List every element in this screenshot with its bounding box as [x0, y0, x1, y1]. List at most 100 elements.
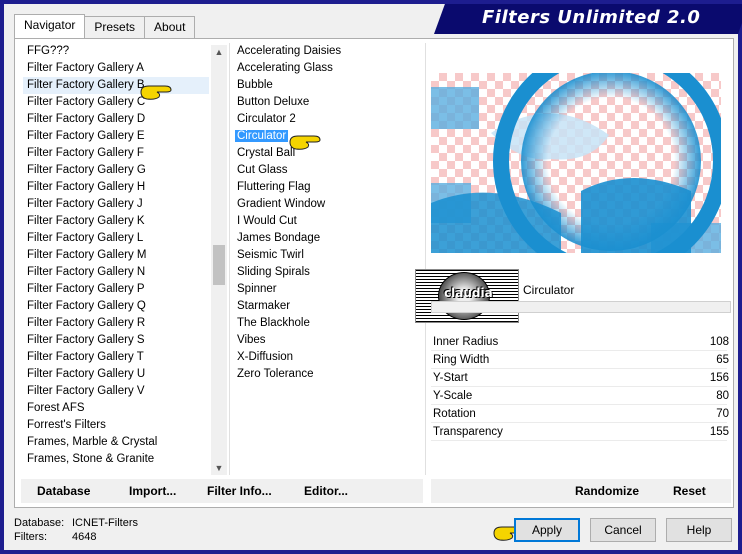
filter-item[interactable]: Spinner [233, 281, 421, 298]
category-item[interactable]: Filter Factory Gallery R [23, 315, 209, 332]
category-item[interactable]: Frames, Stone & Granite [23, 451, 209, 468]
reset-button[interactable]: Reset [673, 484, 706, 498]
filter-item-label: Sliding Spirals [237, 266, 310, 278]
category-scrollbar[interactable]: ▲ ▼ [211, 45, 227, 475]
tab-navigator[interactable]: Navigator [14, 14, 86, 38]
category-item[interactable]: Filter Factory Gallery Q [23, 298, 209, 315]
category-item[interactable]: Filter Factory Gallery S [23, 332, 209, 349]
filter-item-label: Bubble [237, 79, 273, 91]
param-value: 65 [716, 354, 729, 366]
category-item[interactable]: Filter Factory Gallery D [23, 111, 209, 128]
param-slider[interactable]: Transparency 155 [431, 423, 731, 441]
app-title: Filters Unlimited 2.0 [482, 7, 701, 28]
scroll-down-icon[interactable]: ▼ [211, 461, 227, 475]
category-item[interactable]: Filter Factory Gallery K [23, 213, 209, 230]
filter-item[interactable]: Button Deluxe [233, 94, 421, 111]
category-item[interactable]: Filter Factory Gallery P [23, 281, 209, 298]
param-slider[interactable]: Y-Start 156 [431, 369, 731, 387]
filter-item-label: Cut Glass [237, 164, 288, 176]
filter-item-label: Gradient Window [237, 198, 326, 210]
category-item[interactable]: FFG??? [23, 43, 209, 60]
filter-item[interactable]: Starmaker [233, 298, 421, 315]
filter-item[interactable]: Seismic Twirl [233, 247, 421, 264]
help-button[interactable]: Help [666, 518, 732, 542]
database-value: ICNET-Filters [72, 517, 138, 529]
filter-item[interactable]: James Bondage [233, 230, 421, 247]
category-item[interactable]: Frames, Marble & Crystal [23, 434, 209, 451]
filter-item-label: James Bondage [237, 232, 321, 244]
param-slider[interactable]: Ring Width 65 [431, 351, 731, 369]
category-item[interactable]: Filter Factory Gallery C [23, 94, 209, 111]
category-item[interactable]: Filter Factory Gallery F [23, 145, 209, 162]
pointer-hand-icon [289, 135, 321, 150]
param-slider[interactable]: Rotation 70 [431, 405, 731, 423]
filter-item[interactable]: Accelerating Glass [233, 60, 421, 77]
list-divider [425, 43, 426, 475]
filter-item-label: Crystal Ball [237, 147, 296, 159]
filter-item[interactable]: Crystal Ball [233, 145, 421, 162]
filter-item[interactable]: X-Diffusion [233, 349, 421, 366]
filter-item[interactable]: The Blackhole [233, 315, 421, 332]
navigator-button-bar: Database Import... Filter Info... Editor… [21, 479, 423, 503]
preview-image [431, 73, 731, 253]
filter-item[interactable]: Circulator 2 [233, 111, 421, 128]
filters-unlimited-window: Filters Unlimited 2.0 Navigator Presets … [4, 4, 742, 550]
filter-item[interactable]: Zero Tolerance [233, 366, 421, 383]
database-button[interactable]: Database [37, 484, 90, 498]
category-item[interactable]: Filter Factory Gallery T [23, 349, 209, 366]
import-button[interactable]: Import... [129, 484, 176, 498]
category-item[interactable]: Forest AFS [23, 400, 209, 417]
category-item[interactable]: Filter Factory Gallery L [23, 230, 209, 247]
apply-button[interactable]: Apply [514, 518, 580, 542]
category-item[interactable]: Filter Factory Gallery J [23, 196, 209, 213]
category-item[interactable]: Filter Factory Gallery H [23, 179, 209, 196]
tab-about[interactable]: About [144, 16, 196, 38]
category-item[interactable]: Filter Factory Gallery M [23, 247, 209, 264]
param-label: Rotation [433, 408, 476, 420]
filter-item[interactable]: Circulator [233, 128, 421, 145]
tab-presets[interactable]: Presets [84, 16, 146, 38]
category-item[interactable]: Filter Factory Gallery A [23, 60, 209, 77]
param-label: Y-Start [433, 372, 468, 384]
filter-item[interactable]: Bubble [233, 77, 421, 94]
param-label: Transparency [433, 426, 503, 438]
param-track[interactable] [431, 440, 727, 441]
scroll-thumb[interactable] [213, 245, 225, 285]
filter-item-label: X-Diffusion [237, 351, 294, 363]
filters-label: Filters: [14, 531, 47, 543]
author-logo: claudia [415, 269, 519, 323]
category-item[interactable]: Filter Factory Gallery V [23, 383, 209, 400]
parameter-button-bar: Randomize Reset [431, 479, 731, 503]
category-item[interactable]: Forrest's Filters [23, 417, 209, 434]
category-item[interactable]: Filter Factory Gallery B [23, 77, 209, 94]
filters-count: 4648 [72, 531, 97, 543]
cancel-button[interactable]: Cancel [590, 518, 656, 542]
filter-item[interactable]: Gradient Window [233, 196, 421, 213]
param-slider[interactable]: Inner Radius 108 [431, 333, 731, 351]
filter-info-button[interactable]: Filter Info... [207, 484, 272, 498]
filter-item[interactable]: I Would Cut [233, 213, 421, 230]
tab-bar: Navigator Presets About [14, 14, 196, 38]
category-item[interactable]: Filter Factory Gallery N [23, 264, 209, 281]
category-item[interactable]: Filter Factory Gallery U [23, 366, 209, 383]
filter-item[interactable]: Vibes [233, 332, 421, 349]
filter-item[interactable]: Fluttering Flag [233, 179, 421, 196]
param-value: 70 [716, 408, 729, 420]
list-divider [229, 43, 230, 475]
current-filter-name: Circulator [523, 283, 575, 297]
category-list[interactable]: FFG??? Filter Factory Gallery A Filter Fac… [23, 43, 209, 475]
filter-item[interactable]: Cut Glass [233, 162, 421, 179]
filter-item-label: Button Deluxe [237, 96, 310, 108]
scroll-up-icon[interactable]: ▲ [211, 45, 227, 59]
filter-item-label: I Would Cut [237, 215, 297, 227]
category-item[interactable]: Filter Factory Gallery G [23, 162, 209, 179]
randomize-button[interactable]: Randomize [575, 484, 639, 498]
filter-list[interactable]: Accelerating Daisies Accelerating Glass Bu… [233, 43, 421, 475]
param-slider[interactable]: Y-Scale 80 [431, 387, 731, 405]
filter-item[interactable]: Accelerating Daisies [233, 43, 421, 60]
editor-button[interactable]: Editor... [304, 484, 348, 498]
filter-name-bar [431, 301, 731, 313]
logo-text: claudia [444, 286, 493, 300]
filter-item[interactable]: Sliding Spirals [233, 264, 421, 281]
category-item[interactable]: Filter Factory Gallery E [23, 128, 209, 145]
